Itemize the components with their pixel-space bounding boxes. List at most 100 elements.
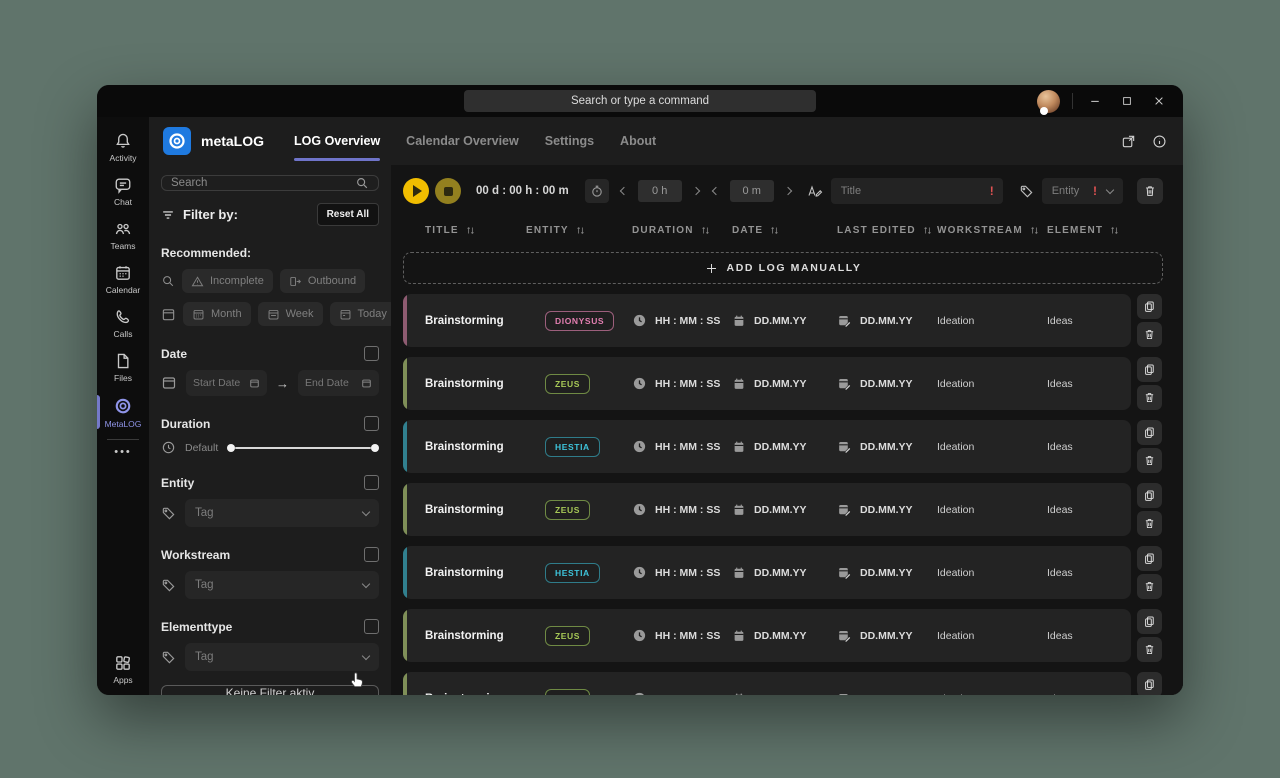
- log-row-card[interactable]: Brainstorming HESTIA HH : MM : SS DD.MM.…: [403, 420, 1131, 473]
- rail-item-activity[interactable]: Activity: [97, 125, 149, 169]
- column-header-last-edited[interactable]: LAST EDITED: [837, 225, 937, 236]
- column-header-workstream[interactable]: WORKSTREAM: [937, 225, 1047, 236]
- tab-about[interactable]: About: [620, 117, 656, 165]
- rail-item-teams[interactable]: Teams: [97, 213, 149, 257]
- rail-more-button[interactable]: •••: [97, 444, 149, 460]
- date-value: DD.MM.YY: [754, 566, 807, 579]
- title-input[interactable]: [830, 178, 1003, 204]
- log-row[interactable]: Brainstorming HESTIA HH : MM : SS DD.MM.…: [403, 546, 1163, 599]
- log-row[interactable]: Brainstorming HESTIA HH : MM : SS DD.MM.…: [403, 420, 1163, 473]
- minutes-decrement-button[interactable]: [711, 184, 721, 198]
- delete-row-button[interactable]: [1137, 322, 1162, 347]
- column-header-entity[interactable]: ENTITY: [526, 225, 632, 236]
- minutes-value[interactable]: 0 m: [729, 180, 774, 202]
- calendar-mini-icon[interactable]: [361, 378, 372, 389]
- rail-item-files[interactable]: Files: [97, 345, 149, 389]
- sort-icon[interactable]: [922, 225, 933, 236]
- column-header-date[interactable]: DATE: [732, 225, 837, 236]
- workstream-filter-checkbox[interactable]: [364, 547, 379, 562]
- elementtype-filter-checkbox[interactable]: [364, 619, 379, 634]
- copy-row-button[interactable]: [1137, 483, 1162, 508]
- chip-week[interactable]: Week: [257, 302, 323, 326]
- column-header-duration[interactable]: DURATION: [632, 225, 732, 236]
- delete-row-button[interactable]: [1137, 385, 1162, 410]
- sort-icon[interactable]: [1029, 225, 1040, 236]
- copy-row-button[interactable]: [1137, 546, 1162, 571]
- end-date-input[interactable]: [305, 377, 356, 389]
- chip-outbound[interactable]: Outbound: [279, 269, 366, 293]
- log-row-card[interactable]: Brainstorming ZEUS HH : MM : SS DD.MM.YY…: [403, 672, 1131, 695]
- copy-row-button[interactable]: [1137, 357, 1162, 382]
- sort-icon[interactable]: [1109, 225, 1120, 236]
- info-icon[interactable]: [1152, 134, 1167, 149]
- hours-increment-button[interactable]: [691, 184, 701, 198]
- log-row-card[interactable]: Brainstorming ZEUS HH : MM : SS DD.MM.YY…: [403, 609, 1131, 662]
- avatar[interactable]: [1037, 89, 1060, 115]
- copy-row-button[interactable]: [1137, 294, 1162, 319]
- copy-row-button[interactable]: [1137, 420, 1162, 445]
- stop-button[interactable]: [435, 178, 461, 204]
- sort-icon[interactable]: [700, 225, 711, 236]
- log-row-card[interactable]: Brainstorming ZEUS HH : MM : SS DD.MM.YY…: [403, 357, 1131, 410]
- date-filter-checkbox[interactable]: [364, 346, 379, 361]
- popout-icon[interactable]: [1121, 134, 1136, 149]
- chip-today[interactable]: Today: [329, 302, 391, 326]
- play-button[interactable]: [403, 178, 429, 204]
- hours-value[interactable]: 0 h: [637, 180, 682, 202]
- chip-incomplete[interactable]: Incomplete: [182, 269, 273, 293]
- tab-calendar-overview[interactable]: Calendar Overview: [406, 117, 519, 165]
- slider-knob-min[interactable]: [227, 443, 236, 452]
- log-row[interactable]: Brainstorming ZEUS HH : MM : SS DD.MM.YY…: [403, 357, 1163, 410]
- slider-track[interactable]: [235, 446, 371, 449]
- delete-row-button[interactable]: [1137, 574, 1162, 599]
- copy-row-button[interactable]: [1137, 609, 1162, 634]
- log-row[interactable]: Brainstorming DIONYSUS HH : MM : SS DD.M…: [403, 294, 1163, 347]
- sort-icon[interactable]: [769, 225, 780, 236]
- close-button[interactable]: [1143, 85, 1175, 117]
- discard-entry-button[interactable]: [1137, 178, 1163, 204]
- log-row[interactable]: Brainstorming ZEUS HH : MM : SS DD.MM.YY…: [403, 672, 1163, 695]
- sort-icon[interactable]: [465, 225, 476, 236]
- maximize-button[interactable]: [1111, 85, 1143, 117]
- add-log-manually-button[interactable]: ADD LOG MANUALLY: [403, 252, 1163, 284]
- chip-month[interactable]: Month: [183, 302, 251, 326]
- column-header-title[interactable]: TITLE: [403, 225, 526, 236]
- tab-settings[interactable]: Settings: [545, 117, 594, 165]
- rail-item-chat[interactable]: Chat: [97, 169, 149, 213]
- log-row[interactable]: Brainstorming ZEUS HH : MM : SS DD.MM.YY…: [403, 483, 1163, 536]
- delete-row-button[interactable]: [1137, 511, 1162, 536]
- tab-log-overview[interactable]: LOG Overview: [294, 117, 381, 165]
- entity-select[interactable]: Entity !: [1041, 178, 1123, 204]
- log-row[interactable]: Brainstorming ZEUS HH : MM : SS DD.MM.YY…: [403, 609, 1163, 662]
- delete-row-button[interactable]: [1137, 637, 1162, 662]
- duration-filter-checkbox[interactable]: [364, 416, 379, 431]
- minutes-increment-button[interactable]: [783, 184, 793, 198]
- stopwatch-button[interactable]: [584, 179, 609, 203]
- rail-item-metalog[interactable]: MetaLOG: [97, 389, 149, 435]
- sort-icon[interactable]: [575, 225, 586, 236]
- rail-item-calendar[interactable]: Calendar: [97, 257, 149, 301]
- log-row-card[interactable]: Brainstorming DIONYSUS HH : MM : SS DD.M…: [403, 294, 1131, 347]
- hours-decrement-button[interactable]: [619, 184, 629, 198]
- workstream-tag-dropdown[interactable]: Tag: [185, 571, 379, 599]
- reset-all-button[interactable]: Reset All: [316, 203, 379, 226]
- entity-filter-checkbox[interactable]: [364, 475, 379, 490]
- no-active-filters-button[interactable]: Keine Filter aktiv: [161, 685, 379, 695]
- search-icon[interactable]: [355, 176, 369, 190]
- command-search-box[interactable]: Search or type a command: [464, 90, 816, 112]
- delete-row-button[interactable]: [1137, 448, 1162, 473]
- entity-tag-dropdown[interactable]: Tag: [185, 499, 379, 527]
- minimize-button[interactable]: [1079, 85, 1111, 117]
- calendar-mini-icon[interactable]: [249, 378, 260, 389]
- copy-row-button[interactable]: [1137, 672, 1162, 695]
- log-row-card[interactable]: Brainstorming HESTIA HH : MM : SS DD.MM.…: [403, 546, 1131, 599]
- rail-item-calls[interactable]: Calls: [97, 301, 149, 345]
- elementtype-tag-dropdown[interactable]: Tag: [185, 643, 379, 671]
- filter-search-input[interactable]: [171, 177, 355, 189]
- column-header-element[interactable]: ELEMENT: [1047, 225, 1131, 236]
- duration-range-slider[interactable]: [227, 441, 379, 455]
- slider-knob-max[interactable]: [371, 443, 379, 452]
- rail-item-apps[interactable]: Apps: [97, 646, 149, 695]
- start-date-input[interactable]: [193, 377, 244, 389]
- log-row-card[interactable]: Brainstorming ZEUS HH : MM : SS DD.MM.YY…: [403, 483, 1131, 536]
